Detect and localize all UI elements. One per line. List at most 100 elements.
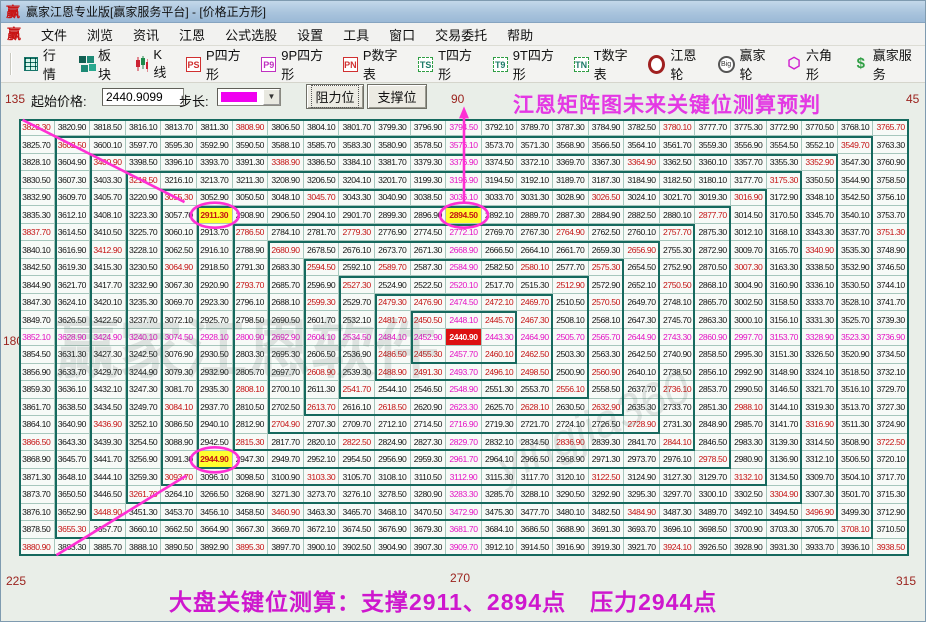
grid-cell: 3393.70 <box>196 153 233 172</box>
grid-cell: 3139.30 <box>766 433 803 452</box>
grid-cell: 2443.30 <box>481 328 518 347</box>
grid-cell: 2896.90 <box>410 206 447 224</box>
grid-cell: 2911.30 <box>196 206 233 224</box>
grid-cell: 3501.70 <box>837 486 874 504</box>
toolbar-t-square[interactable]: TS T四方形 <box>411 41 486 87</box>
grid-cell: 2894.50 <box>446 206 482 224</box>
grid-cell: 3777.70 <box>695 119 731 137</box>
grid-cell: 3242.50 <box>125 346 162 364</box>
grid-cell: 3700.90 <box>730 521 767 539</box>
grid-cell: 2599.30 <box>303 293 340 312</box>
grid-cell: 3888.10 <box>125 538 162 556</box>
grid-cell: 3628.90 <box>54 328 91 347</box>
grid-cell: 3374.50 <box>481 153 518 172</box>
grid-cell: 3552.10 <box>802 136 838 154</box>
grid-cell: 3621.70 <box>54 276 91 294</box>
grid-cell: 3033.70 <box>481 188 518 207</box>
grid-cell: 2856.10 <box>695 363 731 382</box>
grid-cell: 3319.30 <box>802 398 838 417</box>
grid-cell: 3715.30 <box>873 486 909 504</box>
grid-cell: 2654.50 <box>624 258 660 277</box>
toolbar-kline[interactable]: K线 <box>128 43 180 85</box>
grid-cell: 2940.10 <box>196 416 233 434</box>
grid-cell: 2731.30 <box>659 416 696 434</box>
grid-cell: 3429.70 <box>90 363 126 382</box>
grid-cell: 3480.10 <box>552 503 589 522</box>
toolbar-sectors[interactable]: 板块 <box>72 41 127 87</box>
grid-cell: 3124.90 <box>624 468 660 487</box>
toolbar-winner-service[interactable]: $ 赢家服务 <box>847 41 925 87</box>
grid-cell: 3278.50 <box>374 486 411 504</box>
toolbar-9p-square[interactable]: P9 9P四方形 <box>254 41 336 87</box>
grid-cell: 3734.50 <box>873 346 909 364</box>
grid-cell: 2467.30 <box>517 311 553 329</box>
grid-cell: 3168.10 <box>766 223 803 242</box>
grid-cell: 2973.70 <box>624 451 660 469</box>
toolbar-label: 六角形 <box>805 48 832 82</box>
grid-cell: 3096.10 <box>196 468 233 487</box>
toolbar-hexagon[interactable]: ⬡ 六角形 <box>780 41 847 87</box>
grid-cell: 3576.10 <box>446 136 482 154</box>
grid-cell: 3686.50 <box>517 521 553 539</box>
support-button[interactable]: 支撑位 <box>367 84 427 109</box>
grid-cell: 3796.90 <box>410 119 447 137</box>
resistance-button[interactable]: 阻力位 <box>306 84 364 109</box>
start-price-input[interactable] <box>102 88 184 106</box>
grid-cell: 3804.10 <box>303 119 340 137</box>
grid-cell: 3141.70 <box>766 416 803 434</box>
grid-cell: 2716.90 <box>446 416 482 434</box>
grid-cell: 2704.90 <box>268 416 304 434</box>
grid-cell: 3244.90 <box>125 363 162 382</box>
grid-cell: 2774.50 <box>410 223 447 242</box>
grid-cell: 3432.10 <box>90 381 126 399</box>
grid-cell: 3835.30 <box>19 206 55 224</box>
toolbar-quotes[interactable]: 行情 <box>17 41 72 87</box>
toolbar-gann-wheel[interactable]: 江恩轮 <box>641 41 710 87</box>
grid-cell: 3487.30 <box>659 503 696 522</box>
grid-cell: 2570.50 <box>588 293 625 312</box>
grid-cell: 2748.10 <box>659 293 696 312</box>
grid-cell: 2904.10 <box>303 206 340 224</box>
grid-cell: 3403.30 <box>90 171 126 189</box>
chevron-down-icon[interactable]: ▼ <box>263 89 280 105</box>
grid-cell: 3194.50 <box>481 171 518 189</box>
toolbar-winner-wheel[interactable]: Big 赢家轮 <box>711 41 780 87</box>
grid-cell: 3787.30 <box>552 119 589 137</box>
grid-cell: 3619.30 <box>54 258 91 277</box>
grid-cell: 3014.50 <box>730 206 767 224</box>
grid-cell: 2616.10 <box>339 398 375 417</box>
toolbar-9t-square[interactable]: T9 9T四方形 <box>486 41 567 87</box>
grid-cell: 3614.50 <box>54 223 91 242</box>
controls-row: 135 起始价格: 步长: ▼ 阻力位 支撑位 90 江恩矩阵图未来关键位测算预… <box>1 83 925 119</box>
grid-cell: 3739.30 <box>873 311 909 329</box>
grid-cell: 2834.50 <box>517 433 553 452</box>
grid-cell: 2916.10 <box>196 241 233 259</box>
grid-cell: 2829.70 <box>446 433 482 452</box>
grid-cell: 3259.30 <box>125 468 162 487</box>
grid-cell: 2786.50 <box>232 223 269 242</box>
toolbar-p-number-table[interactable]: PN P数字表 <box>336 41 411 87</box>
toolbar-t-number-table[interactable]: TN T数字表 <box>567 41 642 87</box>
grid-cell: 3081.70 <box>161 381 197 399</box>
grid-cell: 2611.30 <box>303 381 340 399</box>
grid-cell: 2563.30 <box>588 346 625 364</box>
grid-cell: 3592.90 <box>196 136 233 154</box>
grid-cell: 2532.10 <box>339 311 375 329</box>
grid-cell: 3693.70 <box>624 521 660 539</box>
grid-cell: 3588.10 <box>268 136 304 154</box>
grid-cell: 2472.10 <box>481 293 518 312</box>
grid-cell: 2983.30 <box>730 433 767 452</box>
grid-cell: 2824.90 <box>374 433 411 452</box>
grid-cell: 3612.10 <box>54 206 91 224</box>
toolbar-label: 江恩轮 <box>670 48 697 82</box>
grid-cell: 2474.50 <box>446 293 482 312</box>
grid-cell: 2942.50 <box>196 433 233 452</box>
grid-cell: 2810.50 <box>232 398 269 417</box>
grid-cell: 3878.50 <box>19 521 55 539</box>
grid-cell: 2604.10 <box>303 328 340 347</box>
step-combobox[interactable]: ▼ <box>217 88 281 106</box>
grid-cell: 3859.30 <box>19 381 55 399</box>
grid-cell: 2541.70 <box>339 381 375 399</box>
toolbar-p-square[interactable]: PS P四方形 <box>179 41 254 87</box>
grid-cell: 2875.30 <box>695 223 731 242</box>
